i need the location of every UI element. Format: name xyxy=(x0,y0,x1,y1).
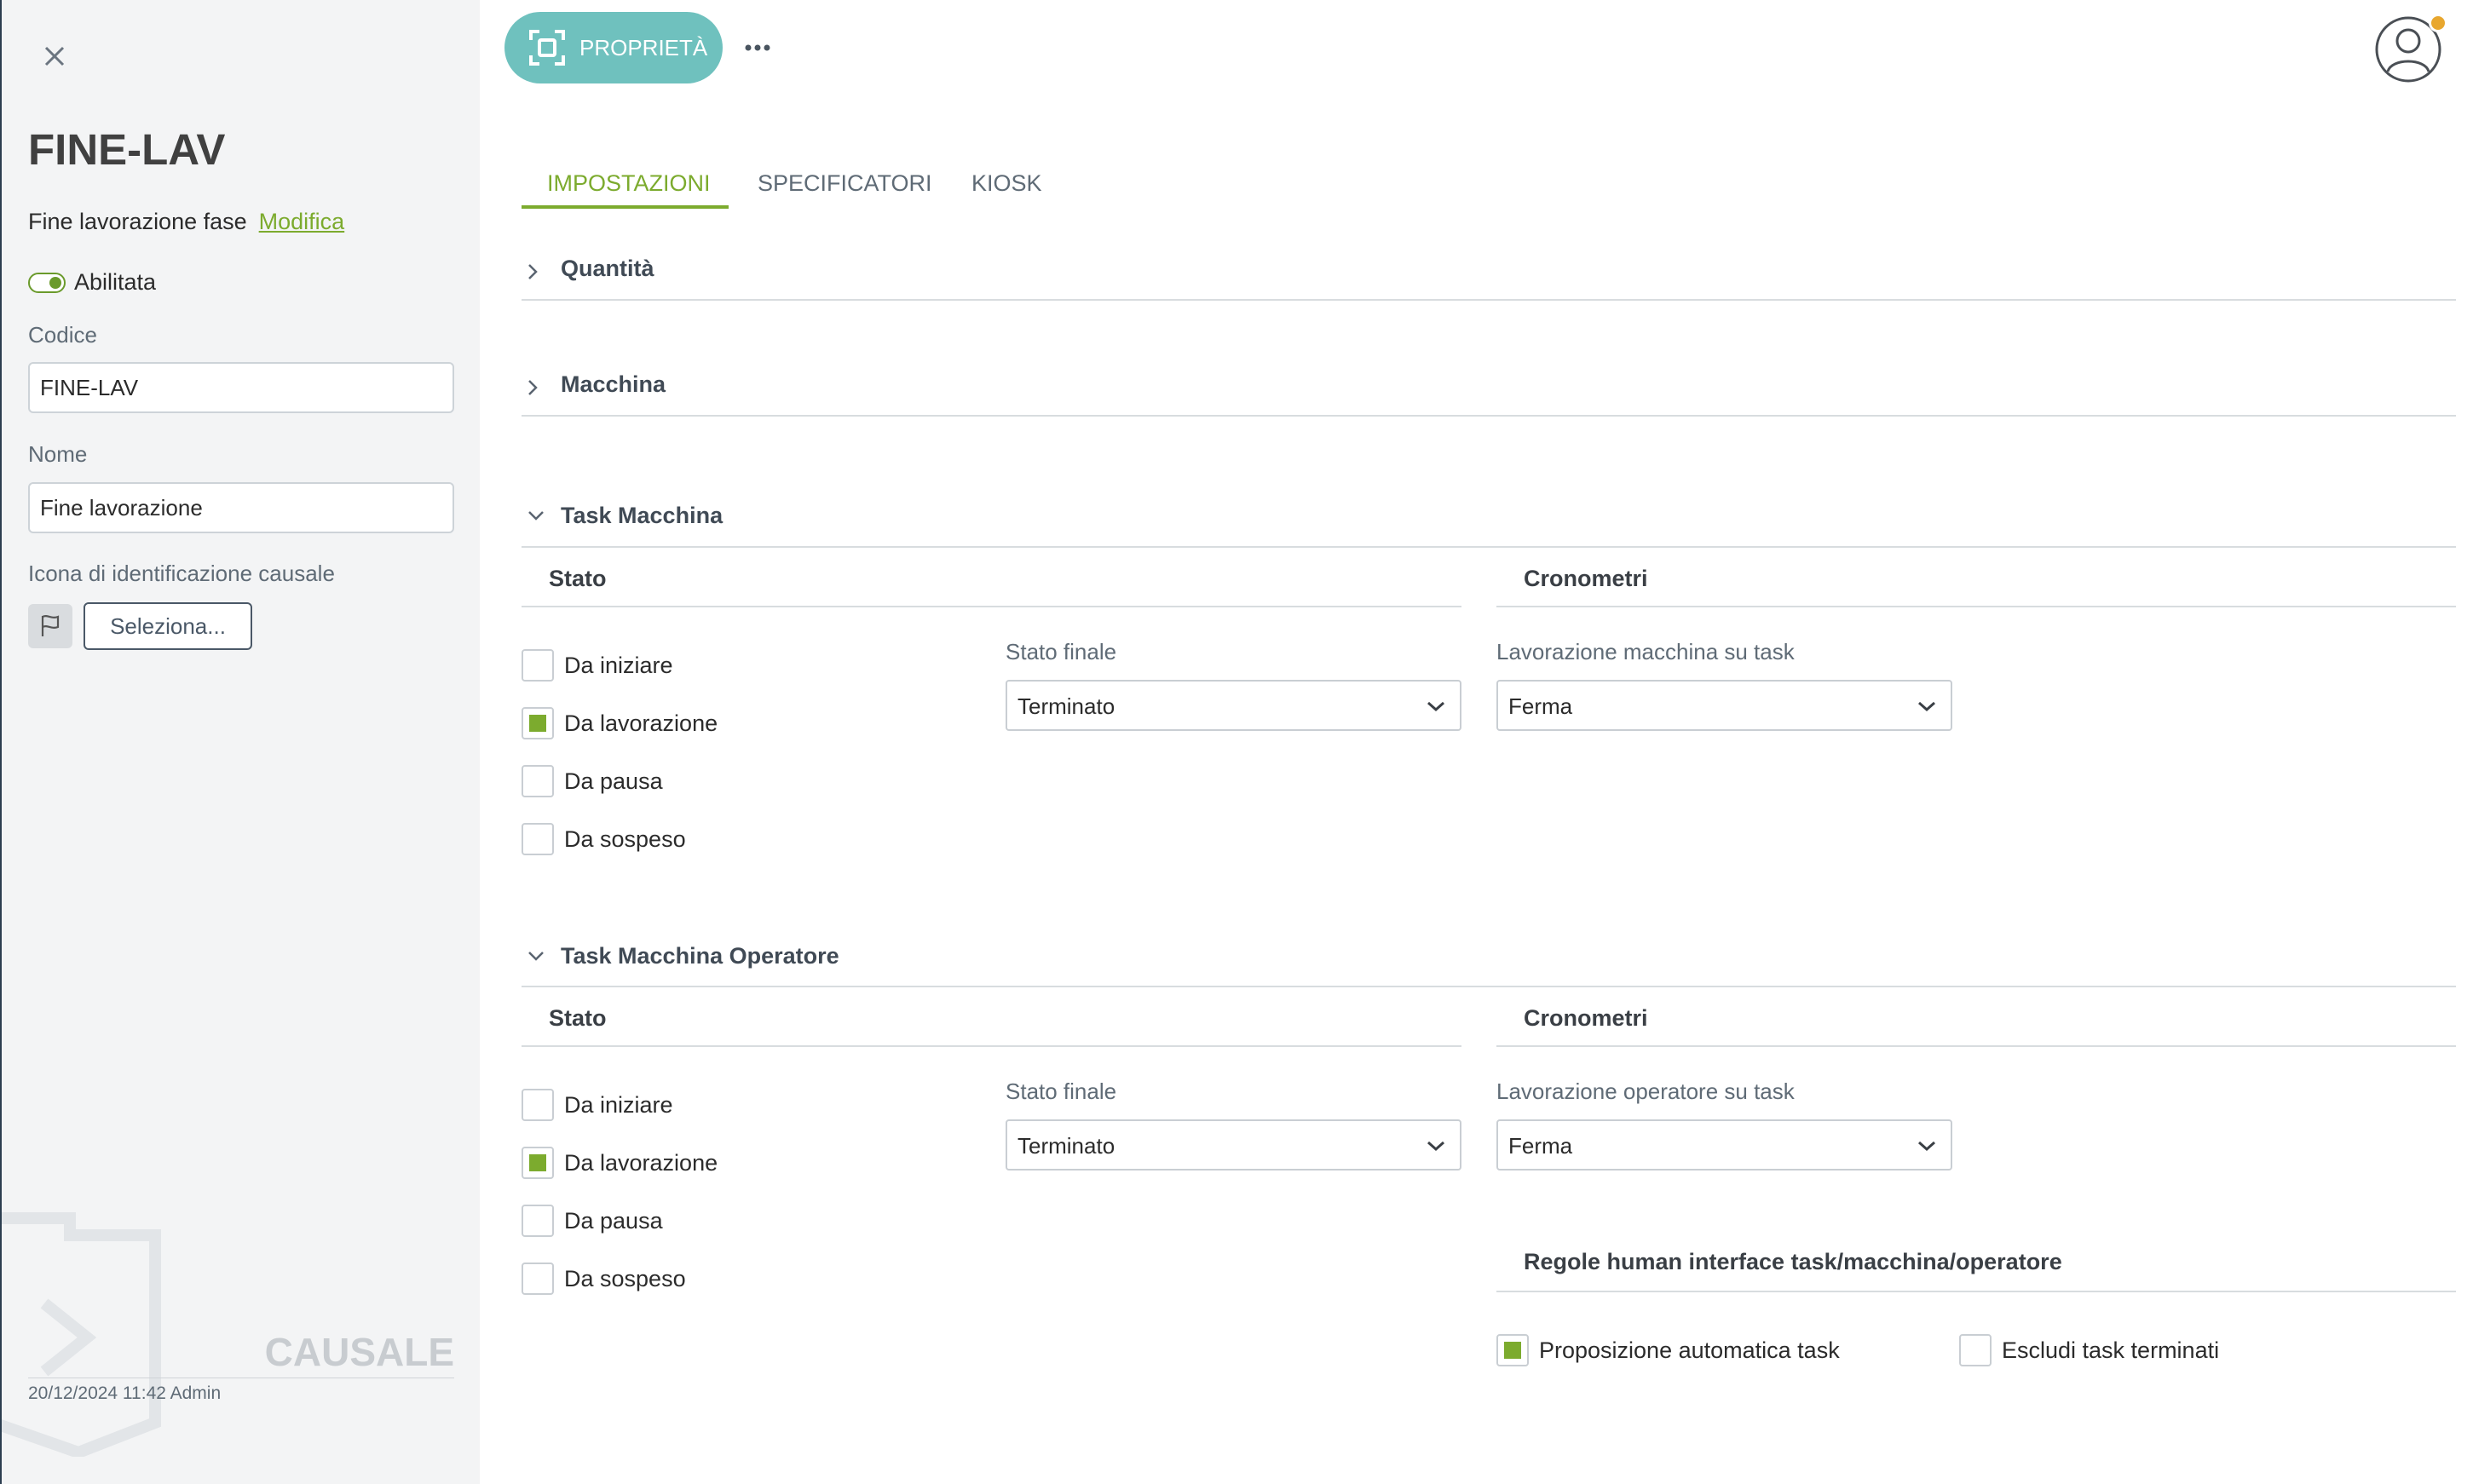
checkbox[interactable] xyxy=(522,707,554,739)
document-watermark-icon xyxy=(2,1212,161,1457)
checkbox-label: Da sospeso xyxy=(564,1266,686,1291)
chevron-down-icon xyxy=(1918,1141,1935,1152)
divider xyxy=(522,1045,1461,1047)
code-label: Codice xyxy=(28,322,97,348)
last-modified: 20/12/2024 11:42 Admin xyxy=(28,1383,222,1403)
checkbox-label: Da iniziare xyxy=(564,653,673,678)
final-state-label: Stato finale xyxy=(1006,1078,1117,1104)
stato-header: Stato xyxy=(549,1005,607,1031)
checkbox[interactable] xyxy=(522,1147,554,1179)
rules-header: Regole human interface task/macchina/ope… xyxy=(1524,1249,2062,1274)
name-input[interactable] xyxy=(28,482,454,533)
properties-button[interactable]: PROPRIETÀ xyxy=(504,12,723,83)
flag-icon-preview xyxy=(28,604,72,648)
tab-specificatori[interactable]: SPECIFICATORI xyxy=(758,170,932,197)
tab-impostazioni[interactable]: IMPOSTAZIONI xyxy=(547,170,711,197)
checkbox[interactable] xyxy=(522,1089,554,1121)
section-macchina-header[interactable]: Macchina xyxy=(522,371,2456,406)
timer-label: Lavorazione operatore su task xyxy=(1496,1078,1795,1104)
checkbox[interactable] xyxy=(522,765,554,797)
checkbox-label: Da pausa xyxy=(564,1208,663,1234)
section-task-macchina-operatore-title: Task Macchina Operatore xyxy=(561,943,839,969)
notification-badge xyxy=(2429,14,2447,32)
divider xyxy=(1496,1045,2456,1047)
section-quantita-title: Quantità xyxy=(561,256,654,281)
machine-timer-select[interactable]: Ferma xyxy=(1496,680,1952,731)
checkbox[interactable] xyxy=(522,1205,554,1237)
final-state-select[interactable]: Terminato xyxy=(1006,680,1461,731)
cronometri-header: Cronometri xyxy=(1524,566,1648,591)
chevron-down-icon xyxy=(528,952,544,961)
chevron-right-icon xyxy=(528,264,538,279)
checkbox-label: Da iniziare xyxy=(564,1092,673,1118)
chevron-down-icon xyxy=(1427,1141,1444,1152)
operator-timer-select[interactable]: Ferma xyxy=(1496,1119,1952,1171)
chevron-down-icon xyxy=(528,511,544,521)
code-input[interactable] xyxy=(28,362,454,413)
section-task-macchina-header[interactable]: Task Macchina xyxy=(522,503,2456,537)
enabled-label: Abilitata xyxy=(74,269,157,295)
name-label: Nome xyxy=(28,441,88,467)
divider xyxy=(1496,606,2456,607)
divider xyxy=(522,415,2456,417)
timer-value: Ferma xyxy=(1508,693,1573,719)
checkbox-label: Da lavorazione xyxy=(564,710,718,736)
final-state-value: Terminato xyxy=(1017,1133,1115,1159)
checkbox-label: Da lavorazione xyxy=(564,1150,718,1176)
checkbox[interactable] xyxy=(1496,1334,1529,1366)
final-state-value: Terminato xyxy=(1017,693,1115,719)
sidebar-panel: FINE-LAV Fine lavorazione fase Modifica A… xyxy=(0,0,480,1484)
record-description: Fine lavorazione fase Modifica xyxy=(28,209,344,235)
checkbox-label: Da sospeso xyxy=(564,826,686,852)
checkbox[interactable] xyxy=(522,649,554,682)
stato-header: Stato xyxy=(549,566,607,591)
checkbox-label: Proposizione automatica task xyxy=(1539,1337,1840,1363)
properties-button-label: PROPRIETÀ xyxy=(579,34,708,60)
chevron-down-icon xyxy=(1918,701,1935,712)
checkbox-label: Da pausa xyxy=(564,768,663,794)
checkbox[interactable] xyxy=(522,1263,554,1295)
close-icon[interactable] xyxy=(39,41,70,72)
description-text: Fine lavorazione fase xyxy=(28,209,247,234)
checkbox[interactable] xyxy=(1959,1334,1992,1366)
section-quantita-header[interactable]: Quantità xyxy=(522,256,2456,290)
section-macchina-title: Macchina xyxy=(561,371,666,397)
divider xyxy=(1496,1291,2456,1292)
icon-label: Icona di identificazione causale xyxy=(28,561,335,586)
timer-value: Ferma xyxy=(1508,1133,1573,1159)
active-tab-indicator xyxy=(522,205,729,209)
flag-icon xyxy=(41,615,60,636)
section-task-macchina-operatore-header[interactable]: Task Macchina Operatore xyxy=(522,943,2456,977)
checkbox[interactable] xyxy=(522,823,554,855)
tab-kiosk[interactable]: KIOSK xyxy=(971,170,1042,197)
checkbox-label: Escludi task terminati xyxy=(2002,1337,2220,1363)
select-icon-button[interactable]: Seleziona... xyxy=(84,602,252,650)
divider xyxy=(522,986,2456,987)
entity-watermark: CAUSALE xyxy=(264,1330,454,1374)
record-title: FINE-LAV xyxy=(28,125,226,174)
more-options-icon[interactable] xyxy=(743,32,772,63)
final-state-label: Stato finale xyxy=(1006,639,1117,664)
divider xyxy=(522,606,1461,607)
section-task-macchina-title: Task Macchina xyxy=(561,503,723,528)
final-state-select[interactable]: Terminato xyxy=(1006,1119,1461,1171)
divider xyxy=(522,546,2456,548)
timer-label: Lavorazione macchina su task xyxy=(1496,639,1795,664)
enabled-toggle[interactable] xyxy=(28,273,66,293)
chevron-right-icon xyxy=(528,380,538,395)
divider xyxy=(522,299,2456,301)
chevron-down-icon xyxy=(1427,701,1444,712)
focus-frame-icon xyxy=(529,30,565,66)
cronometri-header: Cronometri xyxy=(1524,1005,1648,1031)
edit-link[interactable]: Modifica xyxy=(259,209,345,234)
